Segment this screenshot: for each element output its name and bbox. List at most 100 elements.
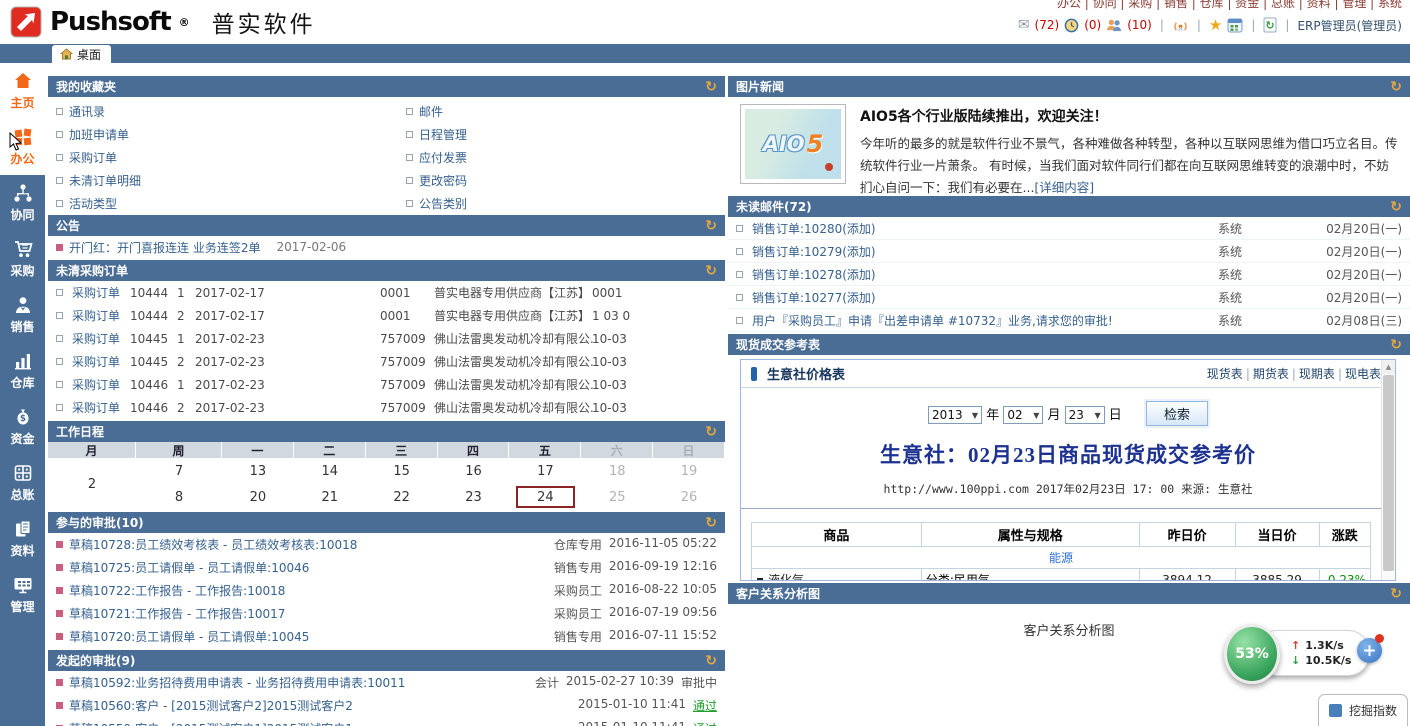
refresh-icon[interactable]: ↻ xyxy=(705,219,717,233)
approval-row[interactable]: 草稿10725:员工请假单 - 员工请假单:10046 销售专用2016-09-… xyxy=(48,556,725,579)
calendar-day-cell-selected[interactable]: 24 xyxy=(509,484,581,510)
mail-subject-link[interactable]: 销售订单:10280(添加) xyxy=(752,220,1218,237)
approval-link[interactable]: 草稿10559:客户 - [2015测试客户1]2015测试客户1 xyxy=(69,720,353,726)
news-thumbnail[interactable]: AIO 5 xyxy=(740,104,846,184)
mail-icon[interactable]: ✉ xyxy=(1018,17,1030,33)
favorite-link[interactable]: 采购订单 xyxy=(56,146,406,169)
broadcast-icon[interactable] xyxy=(1172,18,1189,33)
approval-link[interactable]: 草稿10728:员工绩效考核表 - 员工绩效考核表:10018 xyxy=(69,536,357,553)
sidebar-item-collaboration[interactable]: 协同 xyxy=(0,175,45,231)
favorite-link[interactable]: 日程管理 xyxy=(406,123,725,146)
favorite-link[interactable]: 公告类别 xyxy=(406,192,725,215)
refresh-icon[interactable]: ↻ xyxy=(705,425,717,439)
news-more-link[interactable]: [详细内容] xyxy=(1034,180,1094,195)
favorites-star-icon[interactable]: ★ xyxy=(1209,16,1222,34)
favorite-link[interactable]: 活动类型 xyxy=(56,192,406,215)
calendar-day-cell[interactable]: 16 xyxy=(438,458,510,484)
scrollbar-thumb[interactable] xyxy=(1383,375,1394,571)
calendar-week-cell[interactable]: 8 xyxy=(136,484,222,510)
calendar-day-cell[interactable]: 19 xyxy=(653,458,725,484)
refresh-icon[interactable]: ↻ xyxy=(1390,587,1402,601)
category-label[interactable]: 能源 xyxy=(752,547,1371,569)
announcement-link[interactable]: 开门红：开门喜报连连 业务连签2单 xyxy=(69,239,260,256)
favorite-link-label[interactable]: 加班申请单 xyxy=(69,126,129,143)
reminder-count[interactable]: (0) xyxy=(1084,18,1101,32)
po-type-link[interactable]: 采购订单 xyxy=(72,376,130,393)
calendar-day-cell[interactable]: 13 xyxy=(222,458,294,484)
po-row[interactable]: 采购订单 10445 2 2017-02-23 757009 佛山法雷奥发动机冷… xyxy=(48,350,725,373)
po-row[interactable]: 采购订单 10444 2 2017-02-17 0001 普实电器专用供应商【江… xyxy=(48,304,725,327)
favorite-link-label[interactable]: 采购订单 xyxy=(69,149,117,166)
refresh-icon[interactable]: ↻ xyxy=(1390,338,1402,352)
favorite-link-label[interactable]: 未清订单明细 xyxy=(69,172,141,189)
refresh-icon[interactable]: ↻ xyxy=(1390,80,1402,94)
calendar-day-cell[interactable]: 26 xyxy=(653,484,725,510)
po-type-link[interactable]: 采购订单 xyxy=(72,307,130,324)
favorite-link[interactable]: 更改密码 xyxy=(406,169,725,192)
tab-futures-table[interactable]: 期货表 xyxy=(1253,367,1289,381)
approval-status[interactable]: 通过 xyxy=(693,720,717,726)
po-type-link[interactable]: 采购订单 xyxy=(72,353,130,370)
memory-percent-ball[interactable]: 53% xyxy=(1224,624,1280,684)
clock-icon[interactable] xyxy=(1064,18,1079,33)
sidebar-item-admin[interactable]: 管理 xyxy=(0,567,45,623)
online-count[interactable]: (10) xyxy=(1127,18,1152,32)
calendar-day-cell[interactable]: 25 xyxy=(581,484,653,510)
mail-row[interactable]: 销售订单:10278(添加) 系统 02月20日(一) xyxy=(728,263,1410,286)
tab-desktop[interactable]: 桌面 xyxy=(52,45,111,63)
users-icon[interactable] xyxy=(1106,18,1122,32)
refresh-icon[interactable]: ↻ xyxy=(705,264,717,278)
tab-spot-elec-table[interactable]: 现电表 xyxy=(1345,367,1381,381)
po-type-link[interactable]: 采购订单 xyxy=(72,284,130,301)
approval-link[interactable]: 草稿10721:工作报告 - 工作报告:10017 xyxy=(69,605,285,622)
sidebar-item-home[interactable]: 主页 xyxy=(0,63,45,119)
favorite-link[interactable]: 未清订单明细 xyxy=(56,169,406,192)
mail-row[interactable]: 用户『采购员工』申请『出差申请单 #10732』业务,请求您的审批! 系统 02… xyxy=(728,309,1410,332)
approval-row[interactable]: 草稿10721:工作报告 - 工作报告:10017 采购员工2016-07-19… xyxy=(48,602,725,625)
approval-row[interactable]: 草稿10559:客户 - [2015测试客户1]2015测试客户1 2015-0… xyxy=(48,717,725,726)
calendar-day-cell[interactable]: 14 xyxy=(294,458,366,484)
search-button[interactable]: 检索 xyxy=(1146,401,1208,426)
po-row[interactable]: 采购订单 10446 1 2017-02-23 757009 佛山法雷奥发动机冷… xyxy=(48,373,725,396)
sidebar-item-warehouse[interactable]: 仓库 xyxy=(0,343,45,399)
widget-scrollbar[interactable]: ▲ xyxy=(1381,360,1395,580)
approval-link[interactable]: 草稿10722:工作报告 - 工作报告:10018 xyxy=(69,582,285,599)
favorite-link-label[interactable]: 活动类型 xyxy=(69,195,117,212)
calendar-day-cell[interactable]: 20 xyxy=(222,484,294,510)
sidebar-item-office[interactable]: 办公 xyxy=(0,119,45,175)
favorite-link-label[interactable]: 通讯录 xyxy=(69,103,105,120)
po-type-link[interactable]: 采购订单 xyxy=(72,399,130,416)
mail-subject-link[interactable]: 销售订单:10278(添加) xyxy=(752,266,1218,283)
approval-row[interactable]: 草稿10592:业务招待费用申请表 - 业务招待费用申请表:10011 会计20… xyxy=(48,671,725,694)
po-row[interactable]: 采购订单 10444 1 2017-02-17 0001 普实电器专用供应商【江… xyxy=(48,281,725,304)
approval-link[interactable]: 草稿10725:员工请假单 - 员工请假单:10046 xyxy=(69,559,309,576)
top-nav[interactable]: 办公 | 协同 | 采购 | 销售 | 仓库 | 资金 | 总账 | 资料 | … xyxy=(1057,0,1402,11)
favorite-link[interactable]: 应付发票 xyxy=(406,146,725,169)
favorite-link[interactable]: 加班申请单 xyxy=(56,123,406,146)
sidebar-item-data[interactable]: 资料 xyxy=(0,511,45,567)
calendar-day-cell[interactable]: 21 xyxy=(294,484,366,510)
mail-subject-link[interactable]: 销售订单:10279(添加) xyxy=(752,243,1218,260)
calendar-day-cell[interactable]: 17 xyxy=(509,458,581,484)
month-select[interactable]: 02▼ xyxy=(1003,406,1043,424)
favorite-link-label[interactable]: 应付发票 xyxy=(419,149,467,166)
approval-row[interactable]: 草稿10722:工作报告 - 工作报告:10018 采购员工2016-08-22… xyxy=(48,579,725,602)
network-speed-widget[interactable]: ↑1.3K/s ↓10.5K/s 53% + xyxy=(1224,624,1384,686)
refresh-icon[interactable]: ↻ xyxy=(1390,200,1402,214)
approval-link[interactable]: 草稿10560:客户 - [2015测试客户2]2015测试客户2 xyxy=(69,697,353,714)
sidebar-item-ledger[interactable]: 总账 xyxy=(0,455,45,511)
approval-link[interactable]: 草稿10720:员工请假单 - 员工请假单:10045 xyxy=(69,628,309,645)
favorite-link[interactable]: 邮件 xyxy=(406,100,725,123)
mail-subject-link[interactable]: 用户『采购员工』申请『出差申请单 #10732』业务,请求您的审批! xyxy=(752,312,1218,329)
approval-link[interactable]: 草稿10592:业务招待费用申请表 - 业务招待费用申请表:10011 xyxy=(69,674,405,691)
mail-row[interactable]: 销售订单:10280(添加) 系统 02月20日(一) xyxy=(728,217,1410,240)
calendar-day-cell[interactable]: 22 xyxy=(366,484,438,510)
sidebar-item-purchasing[interactable]: 采购 xyxy=(0,231,45,287)
calendar-week-cell[interactable]: 7 xyxy=(136,458,222,484)
year-select[interactable]: 2013▼ xyxy=(928,406,982,424)
approval-row[interactable]: 草稿10720:员工请假单 - 员工请假单:10045 销售专用2016-07-… xyxy=(48,625,725,648)
refresh-icon[interactable]: ↻ xyxy=(705,654,717,668)
favorite-link-label[interactable]: 邮件 xyxy=(419,103,443,120)
calendar-day-cell[interactable]: 23 xyxy=(438,484,510,510)
approval-row[interactable]: 草稿10728:员工绩效考核表 - 员工绩效考核表:10018 仓库专用2016… xyxy=(48,533,725,556)
